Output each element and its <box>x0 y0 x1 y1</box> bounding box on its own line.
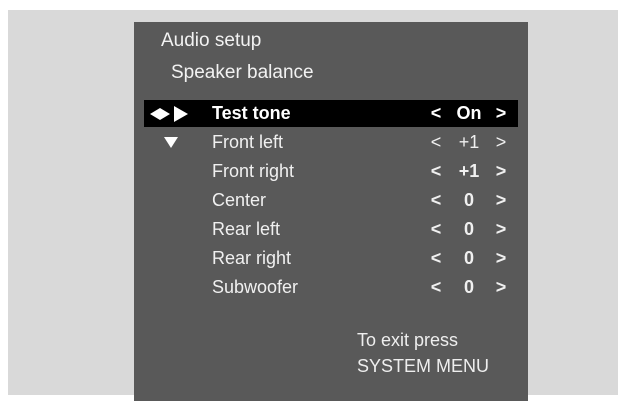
menu-item-rear-right[interactable]: Rear right < 0 > <box>144 245 518 272</box>
menu-item-test-tone[interactable]: Test tone < On > <box>144 100 518 127</box>
increase-arrow[interactable]: > <box>494 277 508 298</box>
menu-item-value: +1 <box>458 161 480 181</box>
diamond-right-arrow-icon <box>149 103 201 125</box>
menu-title: Audio setup <box>161 30 262 51</box>
menu-subtitle: Speaker balance <box>171 62 314 83</box>
menu-item-label: Center <box>212 190 267 210</box>
menu-item-value: On <box>456 103 482 123</box>
menu-item-value: +1 <box>458 132 480 152</box>
menu-item-center[interactable]: Center < 0 > <box>144 187 518 214</box>
decrease-arrow[interactable]: < <box>429 103 443 124</box>
exit-hint-line-2: SYSTEM MENU <box>357 356 490 376</box>
decrease-arrow[interactable]: < <box>429 161 443 182</box>
osd-screen: Audio setup Speaker balance Test tone < … <box>134 22 528 401</box>
menu-item-label: Test tone <box>212 103 291 123</box>
decrease-arrow[interactable]: < <box>429 248 443 269</box>
increase-arrow[interactable]: > <box>494 219 508 240</box>
menu-item-value: 0 <box>463 190 474 210</box>
menu-item-label: Rear right <box>212 248 292 268</box>
menu-item-value: 0 <box>463 219 474 239</box>
increase-arrow[interactable]: > <box>494 161 508 182</box>
increase-arrow[interactable]: > <box>494 132 508 153</box>
menu-item-label: Front right <box>212 161 295 181</box>
osd-frame: Audio setup Speaker balance Test tone < … <box>8 10 618 401</box>
increase-arrow[interactable]: > <box>494 103 508 124</box>
down-arrow-icon <box>149 132 201 154</box>
decrease-arrow[interactable]: < <box>429 132 443 153</box>
menu-item-label: Subwoofer <box>212 277 299 297</box>
menu-item-value: 0 <box>463 248 474 268</box>
menu-item-label: Front left <box>212 132 284 152</box>
menu-item-front-right[interactable]: Front right < +1 > <box>144 158 518 185</box>
decrease-arrow[interactable]: < <box>429 277 443 298</box>
menu-item-value: 0 <box>463 277 474 297</box>
decrease-arrow[interactable]: < <box>429 219 443 240</box>
menu-item-label: Rear left <box>212 219 281 239</box>
menu-item-rear-left[interactable]: Rear left < 0 > <box>144 216 518 243</box>
increase-arrow[interactable]: > <box>494 190 508 211</box>
decrease-arrow[interactable]: < <box>429 190 443 211</box>
menu-item-subwoofer[interactable]: Subwoofer < 0 > <box>144 274 518 301</box>
menu-item-front-left[interactable]: Front left < +1 > <box>144 129 518 156</box>
exit-hint-line-1: To exit press <box>357 330 459 350</box>
increase-arrow[interactable]: > <box>494 248 508 269</box>
